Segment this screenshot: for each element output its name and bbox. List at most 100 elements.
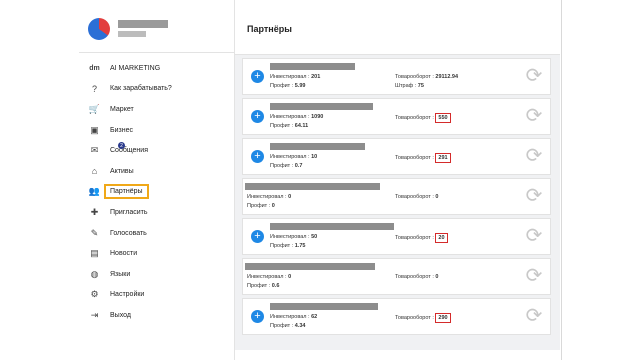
partner-card[interactable]: + Инвестировал : 201 Профит : 5.99 Товаро…	[242, 58, 551, 95]
sidebar-item[interactable]: 🛒 Маркет	[88, 99, 230, 120]
sidebar-item-label: Как зарабатывать?	[110, 85, 172, 93]
briefcase-icon: ▣	[90, 124, 99, 135]
invest-info: Инвестировал : 62	[270, 314, 317, 320]
invest-info-part: 0	[288, 194, 292, 200]
highlighted-value: 290	[435, 313, 451, 323]
invite-icon: ✚	[90, 206, 99, 217]
profit-info-part: 0.7	[294, 163, 303, 169]
turnover-info-part: Товарооборот :	[395, 155, 434, 161]
avatar[interactable]	[88, 18, 110, 40]
highlighted-value: 550	[435, 113, 451, 123]
invest-info-part: 50	[311, 234, 318, 240]
sidebar-nav: dm AI MARKETING? Как зарабатывать? 🛒 Маркет ▣…	[88, 58, 230, 326]
sidebar-item[interactable]: ⇥ Выход	[88, 305, 230, 326]
turnover-info: Товарооборот : 0	[395, 274, 438, 280]
partner-name-redacted	[270, 103, 373, 110]
profit-info-part: Профит :	[270, 163, 294, 169]
sidebar-item[interactable]: ◍ Языки	[88, 264, 230, 285]
partner-card[interactable]: + Инвестировал : 62 Профит : 4.34 Товароо…	[242, 298, 551, 335]
user-profile[interactable]	[88, 16, 228, 44]
fine-info-part: 75	[417, 83, 424, 89]
sidebar-item[interactable]: ▣ Бизнес	[88, 120, 230, 141]
sidebar-item[interactable]: ? Как зарабатывать?	[88, 79, 230, 100]
user-name-redacted	[118, 20, 168, 28]
turnover-info-part: 29112.94	[435, 74, 459, 80]
invest-info: Инвестировал : 50	[270, 234, 317, 240]
invest-info-part: Инвестировал :	[270, 154, 310, 160]
invest-info-part: 1090	[311, 114, 324, 120]
partner-card[interactable]: + Инвестировал : 50 Профит : 1.75 Товароо…	[242, 218, 551, 255]
refresh-icon[interactable]: ⟳	[524, 106, 544, 126]
profit-info: Профит : 1.75	[270, 243, 306, 249]
page-title: Партнёры	[247, 24, 292, 34]
turnover-info: Товарооборот : 29112.94	[395, 74, 458, 80]
sidebar-item[interactable]: ▤ Новости	[88, 243, 230, 264]
invest-info: Инвестировал : 10	[270, 154, 317, 160]
partner-name-redacted	[270, 143, 365, 150]
turnover-info-part: Товарооборот :	[395, 115, 434, 121]
profit-info: Профит : 0	[247, 203, 275, 209]
profit-info-part: Профит :	[270, 323, 294, 329]
refresh-icon[interactable]: ⟳	[524, 226, 544, 246]
sidebar-item-label: Пригласить	[110, 208, 148, 216]
partner-name-redacted	[270, 303, 378, 310]
turnover-info-part: Товарооборот :	[395, 315, 434, 321]
refresh-icon[interactable]: ⟳	[524, 146, 544, 166]
sidebar-item-label: Языки	[110, 270, 131, 278]
expand-plus-icon[interactable]: +	[251, 230, 264, 243]
sidebar-item[interactable]: ✚ Пригласить	[88, 202, 230, 223]
invest-info-part: 201	[311, 74, 321, 80]
invest-info-part: Инвестировал :	[270, 314, 310, 320]
highlighted-value: 20	[435, 233, 448, 243]
sidebar-item-label: AI MARKETING	[110, 64, 161, 72]
sidebar-item[interactable]: ⚙ Настройки	[88, 285, 230, 306]
invest-info-part: Инвестировал :	[247, 194, 287, 200]
sidebar-item[interactable]: dm AI MARKETING	[88, 58, 230, 79]
profit-info-part: 0	[271, 203, 275, 209]
exit-icon: ⇥	[90, 309, 99, 320]
profit-info: Профит : 64.11	[270, 123, 308, 129]
fine-info: Штраф : 75	[395, 83, 424, 89]
partner-card[interactable]: Инвестировал : 0 Профит : 0.6 Товарообор…	[242, 258, 551, 295]
profit-info-part: 4.34	[294, 323, 306, 329]
profit-info-part: Профит :	[270, 83, 294, 89]
partner-name-redacted	[270, 223, 394, 230]
expand-plus-icon[interactable]: +	[251, 70, 264, 83]
profit-info-part: Профит :	[270, 123, 294, 129]
sidebar-item-label: Настройки	[110, 291, 145, 299]
sidebar-item-label: Активы	[110, 167, 134, 175]
expand-plus-icon[interactable]: +	[251, 310, 264, 323]
turnover-info: Товарооборот : 291	[395, 153, 451, 163]
partners-list: + Инвестировал : 201 Профит : 5.99 Товаро…	[235, 55, 560, 350]
turnover-info-part: Товарооборот :	[395, 194, 434, 200]
partner-card[interactable]: + Инвестировал : 1090 Профит : 64.11 Това…	[242, 98, 551, 135]
partner-name-redacted	[245, 183, 380, 190]
sidebar-divider	[79, 52, 234, 53]
sidebar-item[interactable]: 👥 Партнёры	[88, 182, 230, 203]
profit-info-part: 5.99	[294, 83, 306, 89]
partner-card[interactable]: + Инвестировал : 10 Профит : 0.7 Товарооб…	[242, 138, 551, 175]
partner-name-redacted	[245, 263, 375, 270]
invest-info: Инвестировал : 0	[247, 194, 291, 200]
invest-info-part: 62	[311, 314, 318, 320]
turnover-info: Товарооборот : 20	[395, 233, 448, 243]
invest-info: Инвестировал : 1090	[270, 114, 323, 120]
partner-name-redacted	[270, 63, 355, 70]
refresh-icon[interactable]: ⟳	[524, 266, 544, 286]
refresh-icon[interactable]: ⟳	[524, 306, 544, 326]
question-icon: ?	[91, 83, 97, 94]
news-icon: ▤	[90, 248, 99, 259]
sidebar-item[interactable]: ✎ Голосовать	[88, 223, 230, 244]
users-icon: 👥	[88, 186, 101, 197]
highlighted-value: 291	[435, 153, 451, 163]
turnover-info-part: 0	[435, 274, 439, 280]
expand-plus-icon[interactable]: +	[251, 110, 264, 123]
refresh-icon[interactable]: ⟳	[524, 66, 544, 86]
partner-card[interactable]: Инвестировал : 0 Профит : 0 Товарооборот…	[242, 178, 551, 215]
profit-info: Профит : 4.34	[270, 323, 306, 329]
refresh-icon[interactable]: ⟳	[524, 186, 544, 206]
sidebar-item[interactable]: ⌂ Активы	[88, 161, 230, 182]
turnover-info: Товарооборот : 550	[395, 113, 451, 123]
expand-plus-icon[interactable]: +	[251, 150, 264, 163]
sidebar-item[interactable]: ✉ Сообщения 2	[88, 140, 230, 161]
